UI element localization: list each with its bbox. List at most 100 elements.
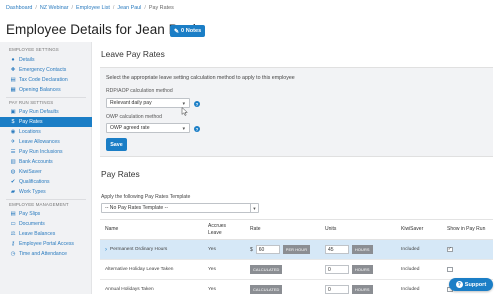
sidebar-item-label: Documents: [19, 221, 45, 227]
table-header-row: Name Accrues Leave Rate Units KiwiSaver …: [100, 219, 493, 240]
show-in-pay-run-checkbox[interactable]: ✓: [447, 247, 453, 253]
chevron-down-icon: ▼: [250, 204, 258, 212]
sidebar-divider: [6, 199, 86, 200]
key-icon: ⚷: [11, 241, 15, 247]
sidebar-item-label: Emergency Contacts: [19, 67, 67, 73]
sidebar-item-documents[interactable]: ▭ Documents: [0, 219, 92, 229]
sidebar-item-pay-run-defaults[interactable]: ▣ Pay Run Defaults: [0, 107, 92, 117]
template-select-value: -- No Pay Rates Template --: [105, 205, 169, 211]
pay-category-name: Alternative Holiday Leave Taken: [105, 267, 174, 272]
list-icon: ☰: [10, 149, 16, 155]
rdp-select[interactable]: Relevant daily pay ▼: [106, 98, 190, 108]
note-icon: ✎: [174, 28, 180, 35]
chevron-down-icon: ▼: [181, 126, 186, 131]
breadcrumb-business[interactable]: NZ Webinar: [40, 5, 69, 11]
sidebar-section-title: PAY RUN SETTINGS: [9, 100, 54, 105]
cell-name: Alternative Holiday Leave Taken: [100, 259, 203, 280]
question-icon: ?: [455, 281, 463, 288]
sidebar-item-emergency-contacts[interactable]: ✚ Emergency Contacts: [0, 65, 92, 75]
table-row[interactable]: Annual Holidays Taken Yes CALCULATED 0 H…: [100, 279, 493, 294]
help-icon[interactable]: ?: [194, 126, 200, 132]
units-unit-tag: HOURS: [352, 265, 373, 274]
breadcrumb-dashboard[interactable]: Dashboard: [6, 5, 32, 11]
table-row[interactable]: Alternative Holiday Leave Taken Yes CALC…: [100, 259, 493, 280]
breadcrumb-separator: /: [71, 5, 74, 11]
units-input[interactable]: 0: [325, 285, 349, 294]
sidebar-item-qualifications[interactable]: ✔ Qualifications: [0, 177, 92, 187]
sidebar-item-pay-run-inclusions[interactable]: ☰ Pay Run Inclusions: [0, 147, 92, 157]
breadcrumb-separator: /: [144, 5, 146, 11]
sidebar-item-label: Employee Portal Access: [19, 241, 74, 247]
sidebar-section-title: EMPLOYEE SETTINGS: [9, 47, 59, 52]
bank-icon: ▥: [10, 159, 16, 165]
cell-rate: CALCULATED: [245, 259, 320, 280]
sidebar-item-label: Pay Slips: [19, 211, 41, 217]
pay-category-name: Permanent Ordinary Hours: [110, 247, 168, 252]
sidebar-item-employee-portal-access[interactable]: ⚷ Employee Portal Access: [0, 239, 92, 249]
sidebar-item-tax-code-declaration[interactable]: ▤ Tax Code Declaration: [0, 75, 92, 85]
owp-label: OWP calculation method: [106, 114, 162, 120]
notes-button[interactable]: ✎ 0 Notes: [170, 25, 206, 37]
cell-units: 0 HOURS: [320, 259, 396, 280]
page-title: Employee Details for Jean Paul: [6, 22, 196, 37]
sidebar-item-label: Locations: [19, 129, 41, 135]
sidebar-item-pay-slips[interactable]: ▤ Pay Slips: [0, 209, 92, 219]
cell-show-in-pay-run: ✓: [442, 239, 493, 260]
support-button[interactable]: ? Support: [449, 278, 493, 291]
chevron-right-icon[interactable]: ›: [105, 247, 107, 253]
sidebar-item-pay-rates[interactable]: $ Pay Rates: [0, 117, 92, 127]
pay-rates-template-select[interactable]: -- No Pay Rates Template -- ▼: [101, 203, 259, 213]
leave-pay-intro: Select the appropriate leave setting cal…: [106, 75, 295, 81]
notes-label: 0 Notes: [181, 28, 202, 34]
folder-icon: ▭: [10, 221, 16, 227]
pay-rates-heading: Pay Rates: [101, 169, 140, 179]
save-button[interactable]: Save: [106, 138, 127, 151]
chevron-down-icon: ▼: [181, 101, 186, 106]
column-header-kiwisaver: KiwiSaver: [396, 219, 442, 240]
show-in-pay-run-checkbox[interactable]: [447, 266, 453, 273]
cell-units: 0 HOURS: [320, 279, 396, 294]
sidebar-item-label: Leave Allowances: [19, 139, 60, 145]
sidebar-item-leave-allowances[interactable]: ✈ Leave Allowances: [0, 137, 92, 147]
rdp-label: RDP/AOP calculation method: [106, 88, 173, 94]
sidebar-divider: [6, 97, 86, 98]
currency-symbol: $: [250, 246, 253, 253]
sidebar-item-label: Pay Run Defaults: [19, 109, 59, 115]
rate-unit-tag: PER HOUR: [282, 245, 311, 254]
cell-accrues-leave: Yes: [203, 259, 245, 280]
units-input[interactable]: 0: [325, 265, 349, 274]
help-icon[interactable]: ?: [194, 101, 200, 107]
calendar-icon: ▣: [10, 109, 16, 115]
pay-category-name: Annual Holidays Taken: [105, 287, 154, 292]
breadcrumb-current: Pay Rates: [148, 5, 174, 11]
sidebar-item-label: Time and Attendance: [19, 251, 67, 257]
briefcase-icon: ▰: [10, 189, 16, 195]
units-input[interactable]: 45: [325, 245, 349, 254]
sidebar-item-details[interactable]: ● Details: [0, 55, 92, 65]
sidebar-item-leave-balances[interactable]: ⚖ Leave Balances: [0, 229, 92, 239]
sidebar-item-kiwisaver[interactable]: ◍ KiwiSaver: [0, 167, 92, 177]
column-header-name: Name: [100, 219, 203, 240]
cell-name: › Permanent Ordinary Hours: [100, 239, 203, 260]
plane-icon: ✈: [10, 139, 16, 145]
sidebar-item-work-types[interactable]: ▰ Work Types: [0, 187, 92, 197]
user-icon: ●: [11, 57, 15, 63]
sidebar: EMPLOYEE SETTINGS ● Details ✚ Emergency …: [0, 42, 92, 294]
owp-select[interactable]: OWP agreed rate ▼: [106, 123, 190, 133]
breadcrumb-separator: /: [112, 5, 115, 11]
breadcrumb-employee[interactable]: Jean Paul: [117, 5, 141, 11]
dollar-icon: $: [11, 119, 15, 125]
sidebar-item-time-and-attendance[interactable]: ◷ Time and Attendance: [0, 249, 92, 259]
sidebar-item-locations[interactable]: ◉ Locations: [0, 127, 92, 137]
sidebar-item-opening-balances[interactable]: ▦ Opening Balances: [0, 85, 92, 95]
units-unit-tag: HOURS: [352, 245, 373, 254]
breadcrumb-employee-list[interactable]: Employee List: [76, 5, 110, 11]
column-header-show-in-pay-run: Show in Pay Run: [442, 219, 493, 240]
cell-kiwisaver: Included: [396, 239, 442, 260]
rate-input[interactable]: 60: [255, 245, 280, 254]
table-row[interactable]: › Permanent Ordinary Hours Yes $ 60 PER …: [100, 239, 493, 260]
sidebar-item-bank-accounts[interactable]: ▥ Bank Accounts: [0, 157, 92, 167]
pay-rates-table: Name Accrues Leave Rate Units KiwiSaver …: [100, 219, 493, 294]
cursor-icon: [181, 107, 188, 116]
plus-icon: ✚: [10, 67, 16, 73]
